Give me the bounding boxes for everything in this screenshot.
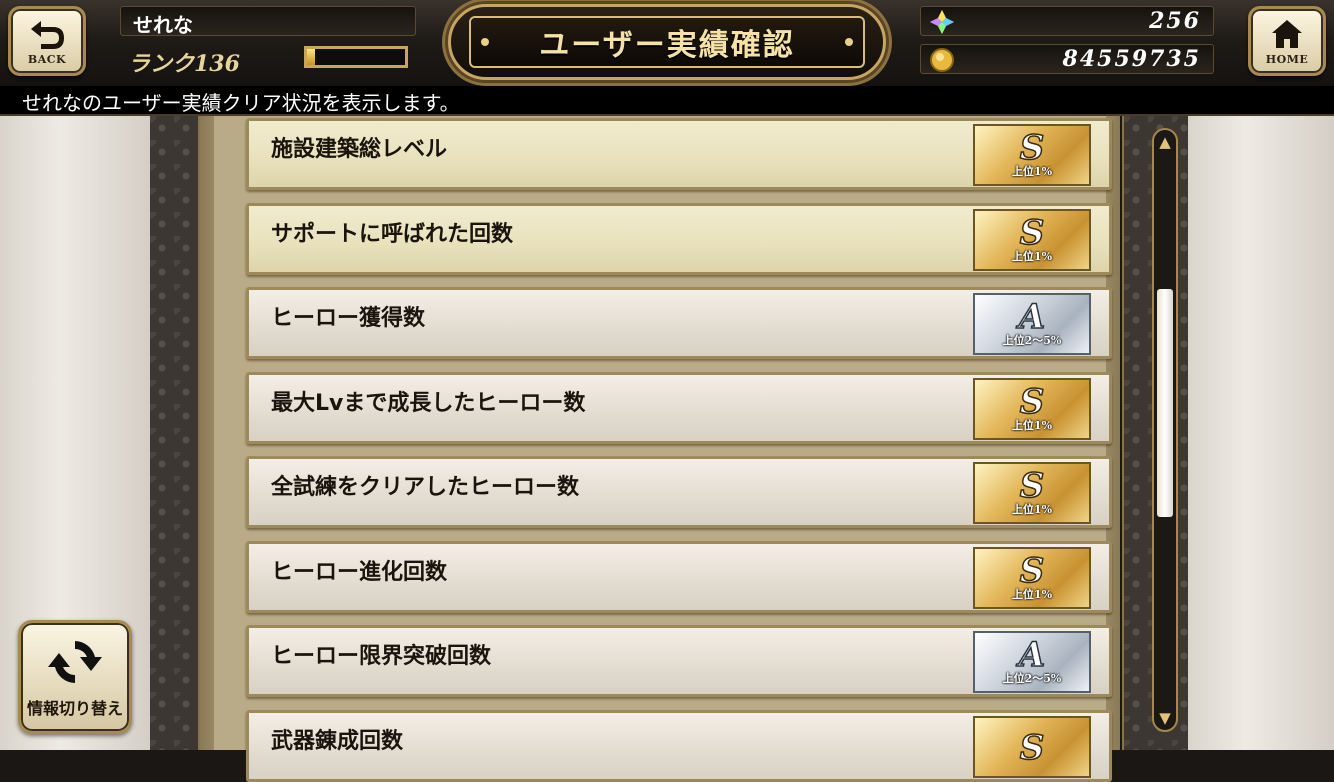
title-plate: ユーザー実績確認 [448, 4, 886, 80]
grade-badge: S 上位1% [973, 546, 1091, 609]
scroll-thumb[interactable] [1157, 289, 1173, 518]
grade-tier: 上位1% [1011, 418, 1053, 432]
grade-tier: 上位1% [1011, 165, 1053, 178]
page-title: ユーザー実績確認 [539, 28, 795, 63]
achievement-label: ヒーロー限界突破回数 [271, 644, 492, 669]
achievement-label: 施設建築総レベル [271, 137, 448, 162]
achievement-label: 最大Lvまで成長したヒーロー数 [271, 390, 586, 416]
grade-tier: 上位1% [1011, 587, 1053, 601]
rank-box: ランク136 [120, 44, 416, 77]
achievement-row[interactable]: ヒーロー限界突破回数 A 上位2～5% [246, 625, 1112, 697]
title-inner: ユーザー実績確認 [469, 16, 865, 68]
grade-letter: S [1019, 466, 1045, 506]
achievement-row[interactable]: 最大Lvまで成長したヒーロー数 S 上位1% [246, 371, 1112, 444]
grade-badge: S 上位1% [973, 208, 1091, 271]
description-bar: せれなのユーザー実績クリア状況を表示します。 [0, 86, 1334, 116]
rank-progress-fill [307, 49, 315, 65]
rank-progress-bar [304, 46, 408, 68]
player-name: せれな [133, 13, 193, 37]
grade-tier: 上位1% [1011, 249, 1053, 263]
grade-badge: S 上位1% [973, 462, 1091, 524]
scroll-up-icon[interactable]: ▲ [1157, 134, 1173, 150]
achievement-row[interactable]: 全試練をクリアしたヒーロー数 S 上位1% [246, 456, 1112, 528]
grade-badge: S 上位1% [973, 377, 1091, 440]
achievement-label: ヒーロー進化回数 [271, 559, 448, 585]
gem-count: 256 [1149, 8, 1201, 34]
right-backdrop [1186, 116, 1334, 750]
back-label: BACK [27, 52, 67, 66]
grade-letter: S [1019, 381, 1045, 422]
info-switch-label: 情報切り替え [26, 699, 123, 718]
home-button[interactable]: HOME [1248, 6, 1326, 76]
grade-letter: S [1019, 128, 1045, 168]
gem-icon [930, 10, 954, 34]
coin-counter: 84559735 [920, 44, 1214, 74]
home-icon [1272, 19, 1302, 48]
grade-badge: S 上位1% [973, 124, 1091, 186]
back-arrow-icon [31, 20, 64, 49]
grade-tier: 上位2～5% [1002, 334, 1062, 347]
title-ornament-right [845, 38, 853, 46]
achievement-row[interactable]: 施設建築総レベル S 上位1% [246, 118, 1112, 190]
coin-count: 84559735 [1062, 46, 1201, 72]
player-name-box: せれな [120, 6, 416, 37]
achievement-row[interactable]: サポートに呼ばれた回数 S 上位1% [246, 202, 1112, 275]
header-bar: BACK せれな ランク136 ユーザー実績確認 256 84559735 HO… [0, 0, 1334, 88]
achievement-row[interactable]: ヒーロー獲得数 A 上位2～5% [246, 287, 1112, 359]
grade-letter: A [1018, 297, 1046, 337]
refresh-icon [48, 641, 102, 683]
coin-icon [930, 48, 954, 72]
rank-text: ランク136 [128, 51, 240, 77]
description-text: せれなのユーザー実績クリア状況を表示します。 [22, 91, 460, 115]
achievement-row[interactable]: 武器錬成回数 S [246, 709, 1112, 782]
grade-tier: 上位2～5% [1002, 672, 1062, 685]
achievement-row[interactable]: ヒーロー進化回数 S 上位1% [246, 540, 1112, 613]
back-button[interactable]: BACK [8, 6, 86, 76]
left-pattern-border [150, 116, 200, 750]
home-label: HOME [1265, 52, 1309, 66]
grade-tier: 上位1% [1011, 503, 1053, 516]
grade-letter: A [1018, 635, 1046, 675]
grade-badge: S [973, 715, 1091, 778]
achievement-list[interactable]: 施設建築総レベル S 上位1% サポートに呼ばれた回数 S 上位1% ヒーロー獲得数 A 上位2… [214, 116, 1112, 782]
achievement-label: 全試練をクリアしたヒーロー数 [271, 475, 580, 500]
gem-counter: 256 [920, 6, 1214, 36]
grade-letter: S [1019, 727, 1045, 768]
achievement-label: ヒーロー獲得数 [271, 306, 426, 331]
info-switch-button[interactable]: 情報切り替え [18, 620, 132, 734]
scroll-down-icon[interactable]: ▼ [1157, 710, 1173, 726]
grade-badge: A 上位2～5% [973, 631, 1091, 693]
title-ornament-left [481, 38, 489, 46]
grade-letter: S [1019, 550, 1045, 591]
scrollbar[interactable]: ▲ ▼ [1152, 128, 1178, 732]
achievement-panel: 施設建築総レベル S 上位1% サポートに呼ばれた回数 S 上位1% ヒーロー獲得数 A 上位2… [200, 116, 1120, 782]
grade-letter: S [1019, 212, 1045, 253]
grade-badge: A 上位2～5% [973, 293, 1091, 355]
achievement-label: サポートに呼ばれた回数 [271, 221, 514, 247]
